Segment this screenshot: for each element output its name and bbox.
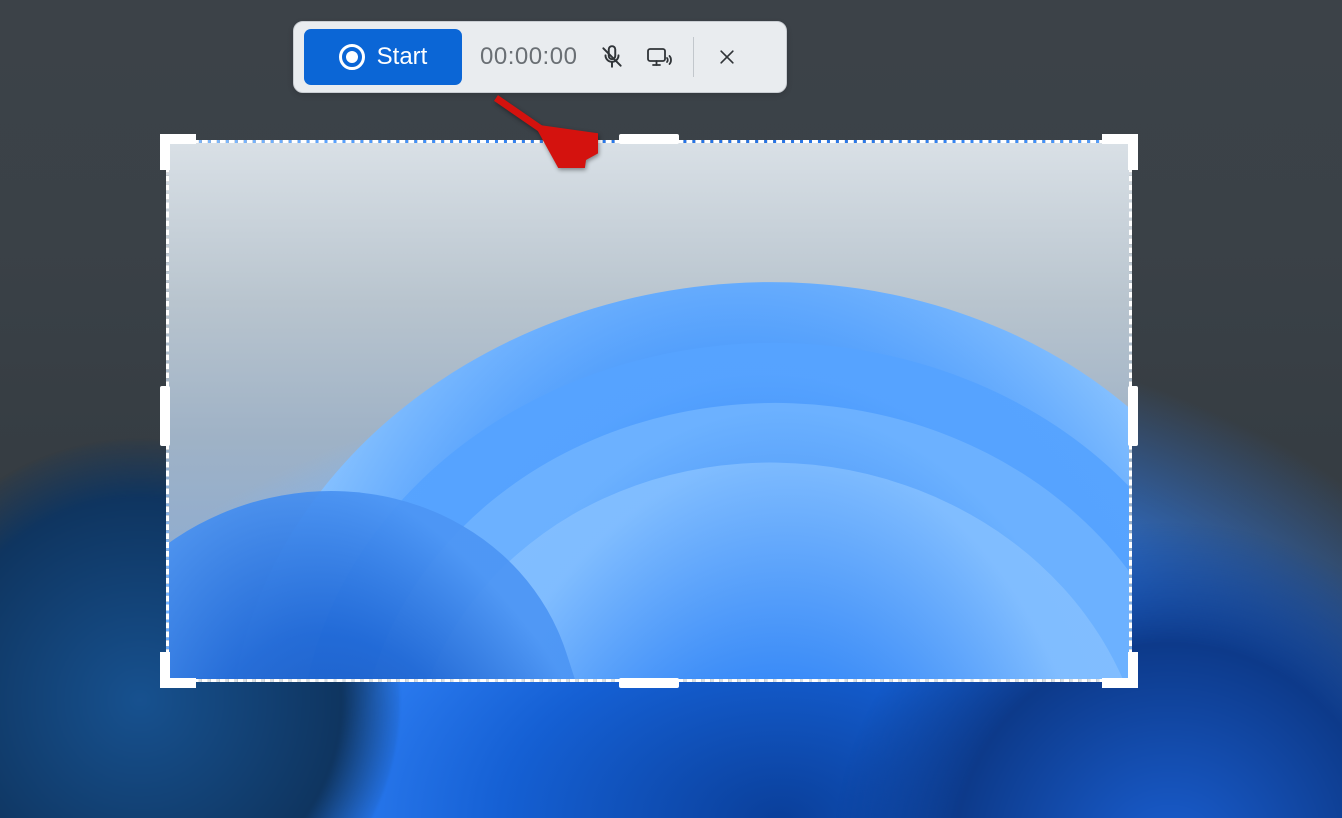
system-audio-icon (646, 45, 674, 69)
toolbar-divider (693, 37, 694, 77)
selection-handle-right[interactable] (1128, 386, 1138, 446)
close-icon (717, 47, 737, 67)
start-button-label: Start (377, 43, 428, 71)
start-button[interactable]: Start (304, 29, 462, 85)
timer-display: 00:00:00 (480, 43, 577, 71)
selection-handle-left[interactable] (160, 386, 170, 446)
close-button[interactable] (710, 40, 744, 74)
selection-handle-top[interactable] (619, 134, 679, 144)
microphone-toggle[interactable] (595, 40, 629, 74)
system-audio-toggle[interactable] (643, 40, 677, 74)
selection-handle-bottom[interactable] (619, 678, 679, 688)
recording-toolbar: Start 00:00:00 (293, 21, 787, 93)
desktop-background: Start 00:00:00 (0, 0, 1342, 818)
record-icon (339, 44, 365, 70)
capture-selection-area[interactable] (166, 140, 1132, 682)
microphone-muted-icon (599, 44, 625, 70)
